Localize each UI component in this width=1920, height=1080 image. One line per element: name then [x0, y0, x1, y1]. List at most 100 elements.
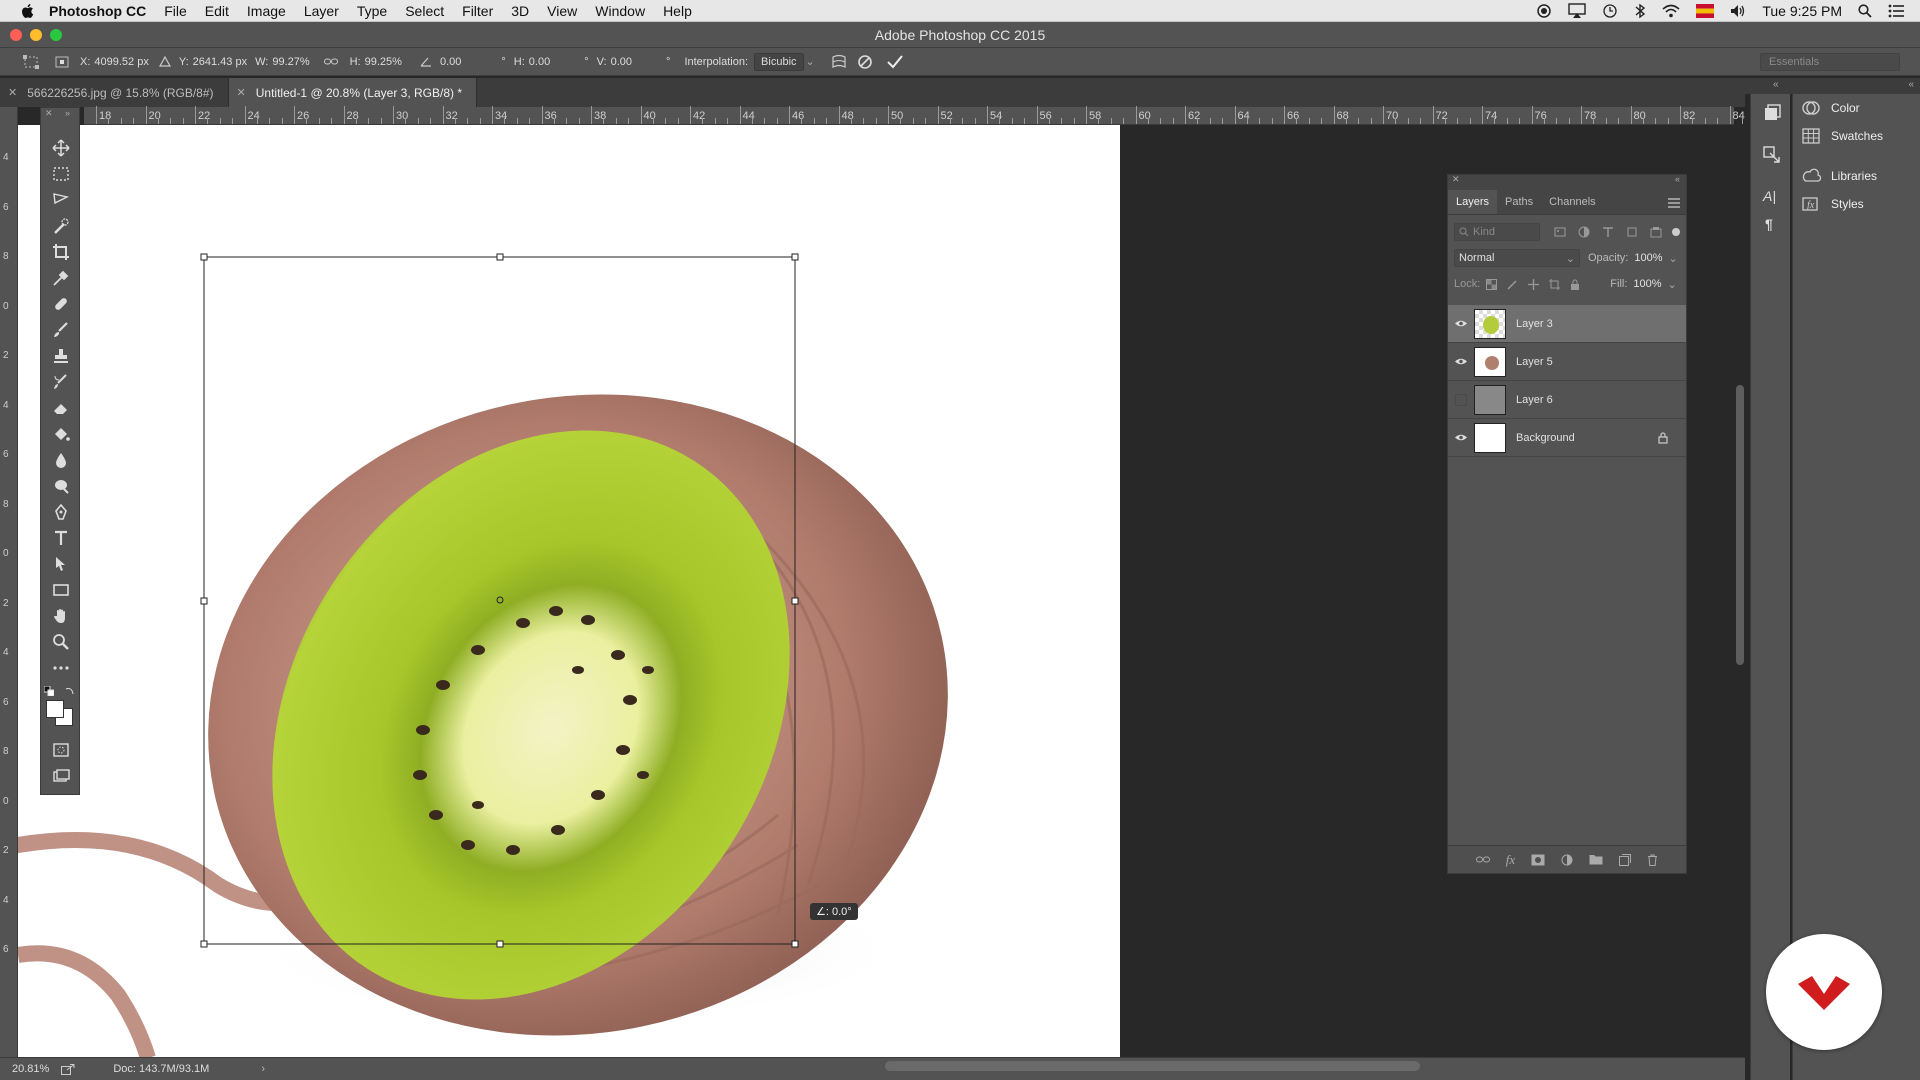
visibility-toggle-off[interactable] [1448, 393, 1474, 406]
vertical-scrollbar[interactable] [1736, 385, 1744, 665]
dock-item-swatches[interactable]: Swatches [1793, 122, 1920, 150]
collapse-panels-icon[interactable]: « [1773, 79, 1779, 90]
bluetooth-icon[interactable] [1634, 3, 1646, 19]
layer-name[interactable]: Layer 6 [1516, 394, 1553, 406]
menu-3d[interactable]: 3D [511, 3, 529, 19]
shape-filter-icon[interactable] [1626, 226, 1638, 238]
type-filter-icon[interactable] [1602, 226, 1614, 238]
layer-row-layer-6[interactable]: Layer 6 [1448, 381, 1686, 419]
airplay-icon[interactable] [1568, 3, 1587, 19]
x-position-value[interactable]: 4099.52 px [94, 56, 148, 68]
cancel-transform-icon[interactable] [857, 54, 873, 70]
delta-icon[interactable] [158, 56, 171, 67]
menu-select[interactable]: Select [405, 3, 444, 19]
width-field[interactable]: W: 99.27% [255, 56, 310, 68]
quick-selection-tool-icon[interactable] [51, 216, 71, 236]
add-mask-icon[interactable] [1531, 854, 1545, 866]
foreground-color-swatch[interactable] [46, 700, 64, 718]
horizontal-scrollbar[interactable] [885, 1061, 1420, 1071]
new-group-icon[interactable] [1589, 854, 1603, 865]
transform-tool-icon[interactable] [22, 54, 40, 69]
lock-icon[interactable] [1658, 431, 1668, 444]
lock-artboard-icon[interactable] [1549, 278, 1561, 290]
layer-thumbnail[interactable] [1474, 308, 1506, 339]
layer-thumbnail[interactable] [1474, 346, 1506, 377]
v-skew-value[interactable]: 0.00 [611, 56, 632, 68]
rectangle-tool-icon[interactable] [51, 580, 71, 600]
pixel-filter-icon[interactable] [1554, 226, 1566, 238]
layer-thumbnail[interactable] [1474, 422, 1506, 453]
zoom-window-button[interactable] [50, 29, 62, 41]
fill-value[interactable]: 100% [1633, 278, 1661, 290]
tab-paths[interactable]: Paths [1497, 196, 1541, 214]
interpolation-select[interactable]: Bicubic [754, 52, 804, 71]
export-icon[interactable] [61, 1063, 75, 1075]
close-window-button[interactable] [10, 29, 22, 41]
flag-icon[interactable] [1696, 4, 1715, 18]
menu-edit[interactable]: Edit [205, 3, 229, 19]
adjustment-layer-icon[interactable] [1561, 854, 1573, 866]
layer-name[interactable]: Background [1516, 432, 1575, 444]
menubar-clock[interactable]: Tue 9:25 PM [1762, 3, 1842, 19]
healing-brush-tool-icon[interactable] [51, 294, 71, 314]
vertical-ruler[interactable]: 4 6 8 0 2 4 6 8 0 2 4 6 8 0 2 4 6 [0, 107, 18, 1057]
lock-position-icon[interactable] [1528, 278, 1540, 290]
collapse-panel-icon[interactable]: « [1675, 174, 1680, 184]
dock-item-libraries[interactable]: Libraries [1793, 162, 1920, 190]
dock-item-styles[interactable]: fx Styles [1793, 190, 1920, 218]
layer-thumbnail[interactable] [1474, 384, 1506, 415]
tab-document-1[interactable]: ✕ 566226256.jpg @ 15.8% (RGB/8#) [0, 78, 229, 107]
swap-colors-icon[interactable] [65, 686, 75, 696]
paint-bucket-tool-icon[interactable] [51, 424, 71, 444]
apple-icon[interactable] [19, 2, 37, 20]
history-panel-icon[interactable] [1763, 104, 1781, 122]
layer-row-layer-3[interactable]: Layer 3 [1448, 305, 1686, 343]
screen-mode-icon[interactable] [51, 766, 71, 786]
smart-object-filter-icon[interactable] [1650, 226, 1662, 238]
menu-image[interactable]: Image [247, 3, 286, 19]
y-position-field[interactable]: Y: 2641.43 px [179, 56, 247, 68]
eye-icon[interactable] [1448, 319, 1474, 328]
menu-file[interactable]: File [164, 3, 187, 19]
new-layer-icon[interactable] [1619, 853, 1632, 866]
doc-size-info[interactable]: Doc: 143.7M/93.1M [113, 1063, 209, 1075]
record-icon[interactable] [1536, 3, 1552, 19]
filter-toggle[interactable] [1672, 228, 1680, 236]
zoom-level[interactable]: 20.81% [12, 1063, 49, 1075]
close-tab-icon[interactable]: ✕ [8, 86, 17, 99]
expand-toolbox-icon[interactable]: » [65, 108, 70, 118]
lock-pixels-icon[interactable] [1507, 279, 1518, 290]
eye-icon[interactable] [1448, 357, 1474, 366]
spotlight-icon[interactable] [1858, 4, 1872, 18]
volume-icon[interactable] [1730, 4, 1746, 18]
collapse-dock-icon[interactable]: « [1908, 79, 1914, 90]
time-machine-icon[interactable] [1602, 3, 1618, 19]
dodge-tool-icon[interactable] [51, 476, 71, 496]
move-tool-icon[interactable] [51, 138, 71, 158]
properties-panel-icon[interactable] [1763, 146, 1781, 164]
rotate-value[interactable]: 0.00 [440, 56, 461, 68]
close-tab-icon[interactable]: ✕ [237, 86, 246, 99]
default-colors-icon[interactable] [44, 686, 54, 696]
more-tools-icon[interactable] [51, 658, 71, 678]
close-panel-icon[interactable]: ✕ [1452, 174, 1460, 185]
quick-mask-icon[interactable] [51, 740, 71, 760]
menu-window[interactable]: Window [595, 3, 645, 19]
path-selection-tool-icon[interactable] [51, 554, 71, 574]
fx-icon[interactable]: fx [1506, 852, 1515, 868]
width-value[interactable]: 99.27% [272, 56, 309, 68]
horizontal-ruler[interactable]: 18 20 22 24 26 28 30 32 34 36 38 40 42 44 46 48 50 52 54 56… [84, 106, 1768, 125]
layer-name[interactable]: Layer 5 [1516, 356, 1553, 368]
eraser-tool-icon[interactable] [51, 398, 71, 418]
lock-transparency-icon[interactable] [1486, 278, 1498, 290]
height-value[interactable]: 99.25% [365, 56, 402, 68]
crop-tool-icon[interactable] [51, 242, 71, 262]
opacity-value[interactable]: 100% [1634, 252, 1662, 264]
character-panel-icon[interactable]: A| [1763, 188, 1776, 204]
layer-name[interactable]: Layer 3 [1516, 318, 1553, 330]
y-position-value[interactable]: 2641.43 px [193, 56, 247, 68]
commit-transform-icon[interactable] [887, 54, 903, 69]
lock-all-icon[interactable] [1570, 279, 1580, 290]
pen-tool-icon[interactable] [51, 502, 71, 522]
paragraph-panel-icon[interactable]: ¶ [1765, 216, 1773, 232]
